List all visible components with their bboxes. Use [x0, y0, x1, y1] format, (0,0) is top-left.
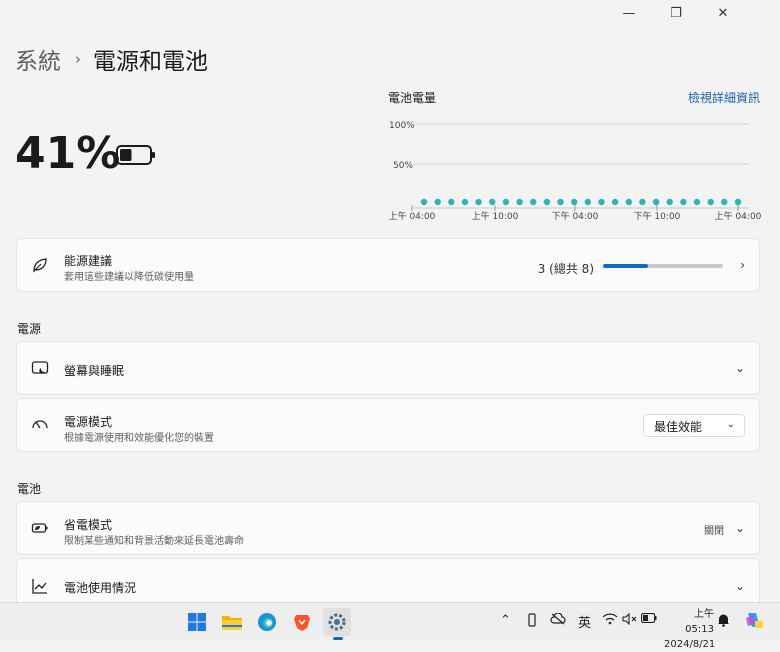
progress-fill	[603, 264, 648, 268]
power-mode-icon	[31, 416, 49, 434]
chart-point	[693, 198, 701, 206]
chart-point	[557, 198, 564, 206]
recommendations-progress-bar	[603, 264, 723, 268]
breadcrumb-separator: ›	[75, 50, 81, 68]
energy-recommendations-card[interactable]: 能源建議 套用這些建議以降低碳使用量 3 (總共 8) ›	[16, 238, 760, 292]
chart-point	[461, 198, 469, 206]
view-details-link[interactable]: 檢視詳細資訊	[688, 89, 760, 106]
recommendations-count: 3 (總共 8)	[537, 262, 594, 276]
power-mode-card: 電源模式 根據電源使用和效能優化您的裝置 最佳效能 ⌄	[16, 398, 760, 452]
chart-point	[420, 198, 428, 206]
leaf-icon	[31, 256, 49, 274]
onedrive-cloud-off-icon[interactable]	[550, 613, 566, 625]
battery-saver-status: 關閉	[704, 526, 724, 537]
battery-percentage: 41%	[15, 128, 121, 179]
chart-point	[625, 198, 632, 206]
close-button[interactable]: ✕	[711, 4, 735, 22]
battery-saver-icon	[31, 519, 49, 537]
section-battery-heading: 電池	[17, 482, 42, 496]
chart-point	[598, 198, 605, 206]
minimize-button[interactable]: —	[617, 4, 641, 22]
chart-point	[666, 198, 673, 206]
chart-point	[530, 198, 537, 206]
breadcrumb-system-link[interactable]: 系統	[15, 42, 61, 76]
energy-recommendations-title: 能源建議	[64, 254, 113, 268]
notification-bell-icon[interactable]	[717, 613, 730, 627]
chart-point	[448, 198, 455, 206]
chevron-down-icon: ⌄	[734, 579, 745, 593]
chevron-right-icon: ›	[740, 258, 745, 272]
power-mode-selected: 最佳效能	[654, 420, 703, 434]
wifi-icon[interactable]	[602, 613, 618, 625]
x-tick-label: 下午 04:00	[552, 210, 599, 222]
file-explorer-icon	[222, 616, 242, 630]
chart-point	[434, 198, 441, 206]
edge-icon	[258, 613, 276, 631]
x-tick-label: 上午 10:00	[472, 210, 519, 222]
section-power-heading: 電源	[17, 322, 42, 336]
battery-level-chart: 100% 50% 上午 04:00 上午 10:00 下午 04:00 下午 10:0…	[389, 121, 762, 222]
battery-saver-card[interactable]: 省電模式 限制某些通知和背景活動來延長電池壽命 關閉 ⌄	[16, 501, 760, 555]
y-tick-50: 50%	[393, 161, 413, 171]
chart-point	[502, 198, 510, 206]
chart-point	[680, 198, 687, 206]
chart-point	[707, 198, 714, 206]
copilot-icon[interactable]	[744, 610, 764, 630]
show-hidden-icons-chevron-icon[interactable]: ⌃	[500, 613, 511, 628]
brave-browser-button[interactable]	[288, 608, 316, 636]
power-mode-dropdown[interactable]: 最佳效能 ⌄	[643, 414, 745, 437]
y-tick-100: 100%	[389, 121, 415, 131]
battery-icon	[116, 145, 155, 165]
chart-title: 電池電量	[388, 91, 437, 105]
chart-point	[584, 198, 591, 206]
file-explorer-button[interactable]	[218, 608, 246, 636]
chart-point	[611, 198, 619, 206]
x-tick-label: 上午 04:00	[389, 210, 436, 222]
clock-date: 2024/8/21	[664, 639, 716, 650]
screen-sleep-title: 螢幕與睡眠	[64, 364, 125, 378]
chart-point	[489, 198, 496, 206]
tray-battery-icon[interactable]	[641, 613, 657, 623]
chart-point	[571, 198, 578, 206]
x-tick-label: 上午 04:00	[715, 210, 762, 222]
chart-point	[475, 198, 482, 206]
maximize-button[interactable]: ❐	[664, 4, 688, 22]
breadcrumb: 系統 › 電源和電池	[15, 42, 208, 76]
energy-recommendations-subtitle: 套用這些建議以降低碳使用量	[64, 272, 194, 283]
screen-sleep-card[interactable]: 螢幕與睡眠 ⌄	[16, 341, 760, 395]
page-title: 電源和電池	[93, 49, 208, 75]
chevron-down-icon: ⌄	[726, 419, 735, 430]
usb-device-icon[interactable]	[527, 613, 537, 627]
chart-line-icon	[31, 577, 49, 595]
taskbar: ⌃ 英 上午 05:13 2024/8/21	[0, 602, 780, 650]
chart-point	[543, 198, 551, 206]
taskbar-clock[interactable]: 上午 05:13 2024/8/21	[664, 607, 716, 652]
x-tick-label: 下午 10:00	[634, 210, 681, 222]
battery-usage-title: 電池使用情況	[64, 581, 137, 595]
chart-point	[721, 198, 728, 206]
power-mode-subtitle: 根據電源使用和效能優化您的裝置	[64, 433, 214, 444]
ime-language-indicator[interactable]: 英	[578, 612, 591, 631]
start-icon	[188, 613, 206, 631]
settings-app-button[interactable]	[323, 608, 351, 636]
chart-point	[639, 198, 646, 206]
chart-point	[652, 198, 660, 206]
clock-time: 上午 05:13	[685, 609, 714, 635]
chevron-down-icon: ⌄	[734, 361, 745, 375]
chart-point	[734, 198, 742, 206]
battery-saver-subtitle: 限制某些通知和背景活動來延長電池壽命	[64, 536, 244, 547]
volume-muted-icon[interactable]	[622, 613, 638, 625]
settings-icon	[328, 613, 346, 631]
start-button[interactable]	[183, 608, 211, 636]
chevron-down-icon: ⌄	[734, 521, 745, 535]
chart-point	[516, 198, 523, 206]
edge-browser-button[interactable]	[253, 608, 281, 636]
screen-sleep-icon	[31, 359, 49, 377]
power-mode-title: 電源模式	[64, 415, 113, 429]
brave-icon	[294, 615, 310, 631]
battery-saver-title: 省電模式	[64, 518, 113, 532]
